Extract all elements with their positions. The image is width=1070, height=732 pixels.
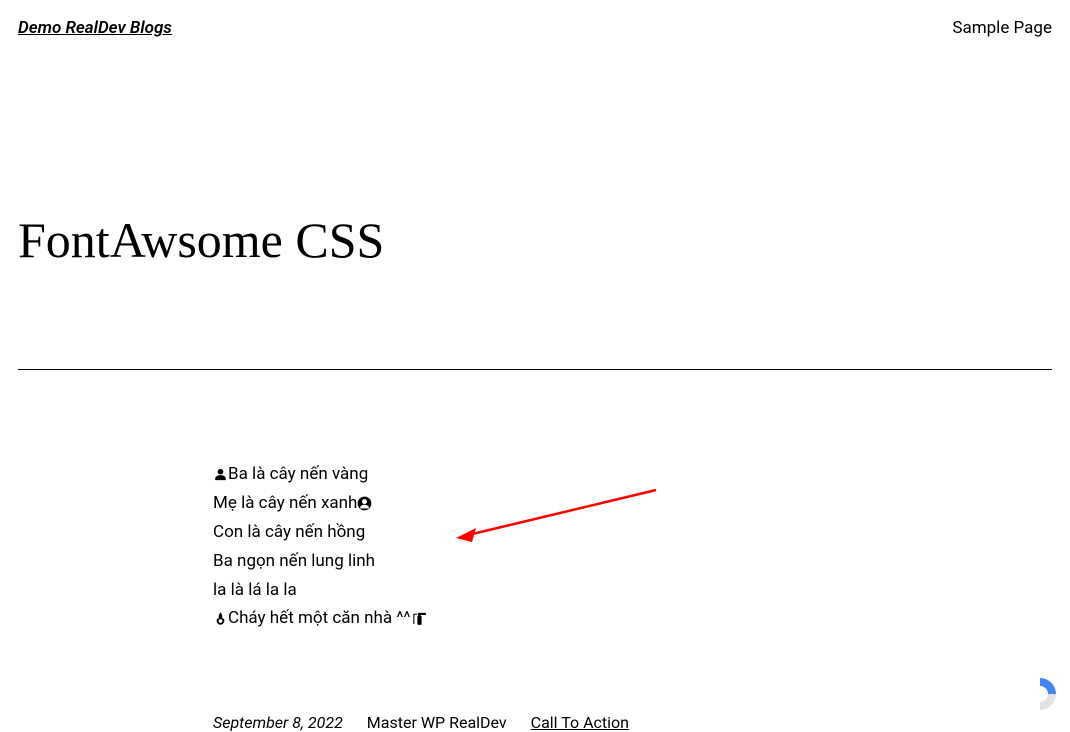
content-text: Con là cây nến hồng: [213, 522, 365, 542]
divider: [18, 369, 1052, 370]
user-circle-icon: [357, 496, 372, 511]
content-line: Ba ngọn nến lung linh: [213, 547, 1052, 576]
content-line: Mẹ là cây nến xanh: [213, 489, 1052, 518]
nav-sample-page[interactable]: Sample Page: [952, 18, 1052, 38]
fire-icon: [213, 611, 228, 626]
fire-extinguisher-icon: [411, 611, 428, 626]
post-author: Master WP RealDev: [367, 713, 507, 732]
page-title: FontAwsome CSS: [18, 211, 1052, 269]
site-header: Demo RealDev Blogs Sample Page: [0, 0, 1070, 56]
content-text: Cháy hết một căn nhà ^^: [228, 608, 411, 628]
user-icon: [213, 467, 228, 482]
main-content: FontAwsome CSS Ba là cây nến vàng Mẹ là …: [0, 211, 1070, 732]
post-content: Ba là cây nến vàng Mẹ là cây nến xanh Co…: [213, 460, 1052, 633]
content-text: la là lá la la: [213, 580, 297, 600]
content-line: Cháy hết một căn nhà ^^: [213, 604, 1052, 633]
site-title-link[interactable]: Demo RealDev Blogs: [18, 18, 172, 38]
post-date: September 8, 2022: [213, 713, 343, 732]
content-line: Ba là cây nến vàng: [213, 460, 1052, 489]
post-meta: September 8, 2022 Master WP RealDev Call…: [213, 713, 1052, 732]
content-line: Con là cây nến hồng: [213, 518, 1052, 547]
content-text: Mẹ là cây nến xanh: [213, 493, 357, 513]
cta-link[interactable]: Call To Action: [531, 713, 629, 732]
content-line: la là lá la la: [213, 576, 1052, 605]
content-text: Ba ngọn nến lung linh: [213, 551, 375, 571]
recaptcha-badge[interactable]: [1020, 676, 1060, 712]
content-text: Ba là cây nến vàng: [228, 464, 368, 484]
